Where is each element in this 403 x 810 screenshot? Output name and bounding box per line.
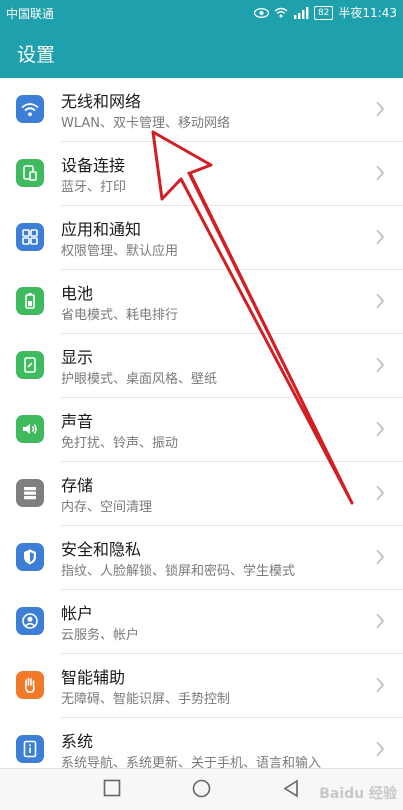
settings-item-account[interactable]: 帐户 云服务、帐户	[0, 590, 403, 654]
wifi-icon	[16, 95, 44, 123]
settings-list: 无线和网络 WLAN、双卡管理、移动网络 设备连接 蓝牙、打印 应用和通知 权限…	[0, 78, 403, 768]
item-subtitle: 省电模式、耗电排行	[61, 308, 179, 323]
status-bar: 中国联通 82 半夜11:43	[0, 0, 403, 26]
item-title: 安全和隐私	[61, 540, 142, 559]
item-title: 设备连接	[61, 156, 126, 175]
battery-level: 82	[313, 5, 334, 20]
item-subtitle: 指纹、人脸解锁、锁屏和密码、学生模式	[61, 564, 296, 579]
apps-icon	[16, 223, 44, 251]
chevron-right-icon	[376, 613, 385, 629]
chevron-right-icon	[376, 741, 385, 757]
storage-icon	[16, 479, 44, 507]
page-title: 设置	[17, 44, 56, 66]
item-title: 存储	[61, 476, 94, 495]
chevron-right-icon	[376, 357, 385, 373]
settings-item-wireless-network[interactable]: 无线和网络 WLAN、双卡管理、移动网络	[0, 78, 403, 142]
settings-item-battery[interactable]: 电池 省电模式、耗电排行	[0, 270, 403, 334]
hand-icon	[16, 671, 44, 699]
settings-item-display[interactable]: 显示 护眼模式、桌面风格、壁纸	[0, 334, 403, 398]
back-button[interactable]	[282, 779, 300, 798]
clock: 半夜11:43	[338, 6, 397, 20]
chevron-right-icon	[376, 549, 385, 565]
item-subtitle: 无障碍、智能识屏、手势控制	[61, 692, 231, 707]
chevron-right-icon	[376, 293, 385, 309]
navigation-bar: Baidu 经验	[0, 768, 403, 810]
settings-item-security-privacy[interactable]: 安全和隐私 指纹、人脸解锁、锁屏和密码、学生模式	[0, 526, 403, 590]
chevron-right-icon	[376, 421, 385, 437]
chevron-right-icon	[376, 165, 385, 181]
item-title: 系统	[61, 732, 94, 751]
chevron-right-icon	[376, 229, 385, 245]
item-title: 应用和通知	[61, 220, 142, 239]
item-subtitle: 内存、空间清理	[61, 500, 153, 515]
item-subtitle: 蓝牙、打印	[61, 180, 127, 195]
system-info-icon	[16, 735, 44, 763]
battery-icon	[16, 287, 44, 315]
account-icon	[16, 607, 44, 635]
wifi-status-icon	[274, 7, 288, 18]
chevron-right-icon	[376, 101, 385, 117]
status-icons: 82 半夜11:43	[253, 4, 397, 21]
chevron-right-icon	[376, 485, 385, 501]
item-title: 帐户	[61, 604, 94, 623]
item-subtitle: 系统导航、系统更新、关于手机、语言和输入	[61, 756, 322, 768]
display-icon	[16, 351, 44, 379]
app-header: 设置	[0, 26, 403, 78]
item-title: 电池	[61, 284, 94, 303]
sound-icon	[16, 415, 44, 443]
signal-icon	[293, 6, 309, 19]
settings-item-storage[interactable]: 存储 内存、空间清理	[0, 462, 403, 526]
device-connect-icon	[16, 159, 44, 187]
item-subtitle: 云服务、帐户	[61, 628, 140, 643]
shield-icon	[16, 543, 44, 571]
item-title: 显示	[61, 348, 94, 367]
item-subtitle: 免打扰、铃声、振动	[61, 436, 179, 451]
item-subtitle: 权限管理、默认应用	[61, 244, 179, 259]
item-title: 智能辅助	[61, 668, 126, 687]
item-subtitle: WLAN、双卡管理、移动网络	[61, 116, 231, 131]
carrier-name: 中国联通	[6, 7, 55, 21]
item-subtitle: 护眼模式、桌面风格、壁纸	[61, 372, 218, 387]
item-title: 声音	[61, 412, 94, 431]
settings-item-apps-notifications[interactable]: 应用和通知 权限管理、默认应用	[0, 206, 403, 270]
item-title: 无线和网络	[61, 92, 142, 111]
chevron-right-icon	[376, 677, 385, 693]
settings-item-system[interactable]: 系统 系统导航、系统更新、关于手机、语言和输入	[0, 718, 403, 768]
settings-item-device-connection[interactable]: 设备连接 蓝牙、打印	[0, 142, 403, 206]
settings-item-sound[interactable]: 声音 免打扰、铃声、振动	[0, 398, 403, 462]
home-button[interactable]	[192, 779, 211, 798]
recent-apps-button[interactable]	[103, 779, 121, 797]
settings-item-smart-assist[interactable]: 智能辅助 无障碍、智能识屏、手势控制	[0, 654, 403, 718]
watermark: Baidu 经验	[319, 786, 397, 802]
eye-icon	[253, 7, 269, 18]
